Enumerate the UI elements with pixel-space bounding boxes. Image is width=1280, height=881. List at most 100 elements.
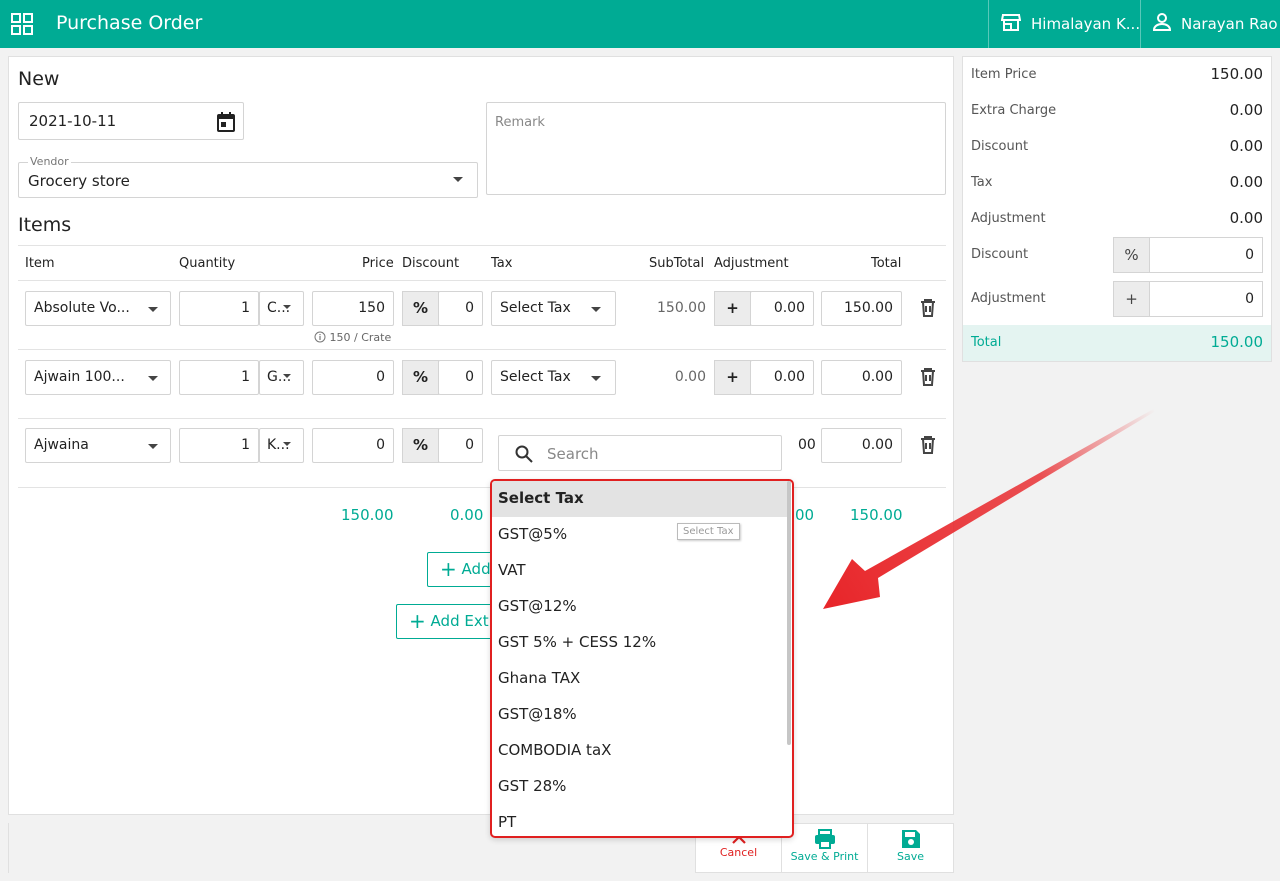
discount-type-toggle[interactable]: % [402,360,439,395]
grand-total: 150.00 [850,506,903,524]
tax-option[interactable]: GST@12% [492,589,790,625]
col-subtotal: SubTotal [649,256,705,271]
item-select[interactable]: Ajwaina [25,428,171,463]
tax-search-input[interactable]: Search [498,435,782,471]
total-discount: 0.00 [450,506,484,524]
tax-option[interactable]: GST@5% [492,517,790,553]
tax-option[interactable]: Ghana TAX [492,661,790,697]
discount-type-toggle[interactable]: % [402,428,439,463]
remark-placeholder: Remark [495,115,545,130]
remark-field[interactable]: Remark [486,102,946,195]
summary-discount-input[interactable]: % 0 [1113,237,1263,273]
row-total: 0.00 [821,360,902,395]
tax-select[interactable]: Select Tax [491,360,616,395]
row-total: 0.00 [821,428,902,463]
user-icon [1152,13,1172,35]
tooltip: Select Tax [677,523,740,540]
chevron-down-icon [283,305,291,309]
summary-total: Total 150.00 [963,325,1271,361]
price-input[interactable]: 150 [312,291,394,326]
order-summary: Item Price 150.00 Extra Charge 0.00 Disc… [962,56,1272,362]
col-discount: Discount [402,256,460,271]
print-icon [814,829,835,849]
page-title: Purchase Order [56,12,203,34]
tax-option[interactable]: COMBODIA taX [492,733,790,769]
store-icon [1000,13,1022,35]
chevron-down-icon [283,374,291,378]
user-menu[interactable]: Narayan Rao [1140,0,1280,48]
quantity-input[interactable]: 1 [179,360,259,395]
col-quantity: Quantity [179,256,236,271]
price-input[interactable]: 0 [312,360,394,395]
table-row: Ajwaina 1 K... 0 % 0 00 0.00 [18,419,946,488]
price-input[interactable]: 0 [312,428,394,463]
summary-adjustment: Adjustment 0.00 [971,209,1263,227]
tax-option[interactable]: VAT [492,553,790,589]
table-row: Absolute Vo... 1 C... 150 150 / Crate % … [18,281,946,350]
search-icon [515,445,533,467]
order-form-panel: New 2021-10-11 Vendor Grocery store Rema… [8,56,954,815]
adjustment-sign-toggle[interactable]: + [714,360,751,395]
calendar-icon[interactable] [217,112,235,136]
chevron-down-icon [591,376,601,381]
adjustment-input[interactable]: 0.00 [750,291,814,326]
summary-item-price: Item Price 150.00 [971,65,1263,83]
col-tax: Tax [491,256,513,271]
col-item: Item [25,256,55,271]
item-select[interactable]: Ajwain 100... [25,360,171,395]
save-button[interactable]: Save [867,823,954,873]
col-total: Total [871,256,902,271]
summary-discount-input-row: Discount % 0 [963,237,1271,273]
delete-icon[interactable] [920,299,936,317]
unit-price-hint: 150 / Crate [314,331,391,344]
adjustment-sign-toggle[interactable]: + [1114,282,1150,316]
unit-select[interactable]: G... [259,360,304,395]
summary-extra-charge: Extra Charge 0.00 [971,101,1263,119]
adjustment-sign-toggle[interactable]: + [714,291,751,326]
item-select[interactable]: Absolute Vo... [25,291,171,326]
dropdown-scrollbar[interactable] [787,481,791,745]
summary-tax: Tax 0.00 [971,173,1263,191]
chevron-down-icon [148,444,158,449]
quantity-input[interactable]: 1 [179,291,259,326]
chevron-down-icon [148,307,158,312]
discount-type-toggle[interactable]: % [402,291,439,326]
items-heading: Items [18,214,72,236]
save-print-button[interactable]: Save & Print [781,823,868,873]
date-field[interactable]: 2021-10-11 [18,102,244,140]
plus-icon: + [440,557,457,581]
row-total: 150.00 [821,291,902,326]
discount-type-toggle[interactable]: % [1114,238,1150,272]
discount-input[interactable]: 0 [438,291,483,326]
user-name: Narayan Rao [1181,15,1278,33]
store-name: Himalayan K... [1031,15,1140,33]
store-selector[interactable]: Himalayan K... [988,0,1140,48]
unit-select[interactable]: C... [259,291,304,326]
tax-option[interactable]: PT [492,805,790,836]
chevron-down-icon [283,442,291,446]
tax-option[interactable]: GST@18% [492,697,790,733]
adjustment-input[interactable]: 0.00 [750,360,814,395]
chevron-down-icon [591,307,601,312]
summary-adjustment-input[interactable]: + 0 [1113,281,1263,317]
vendor-select[interactable]: Vendor Grocery store [18,155,478,198]
tax-select[interactable]: Select Tax [491,291,616,326]
items-table-header: Item Quantity Price Discount Tax SubTota… [18,245,946,281]
quantity-input[interactable]: 1 [179,428,259,463]
date-value: 2021-10-11 [29,112,117,130]
vendor-value: Grocery store [28,172,130,190]
tax-option[interactable]: Select Tax [492,481,790,517]
add-extra-charge-button[interactable]: + Add Ext [396,604,499,639]
total-price: 150.00 [341,506,394,524]
delete-icon[interactable] [920,368,936,386]
discount-input[interactable]: 0 [438,360,483,395]
discount-input[interactable]: 0 [438,428,483,463]
add-item-button[interactable]: + Add [427,552,499,587]
chevron-down-icon [453,177,463,182]
chevron-down-icon [148,376,158,381]
tax-option[interactable]: GST 5% + CESS 12% [492,625,790,661]
apps-grid-icon[interactable] [11,13,33,35]
delete-icon[interactable] [920,436,936,454]
unit-select[interactable]: K... [259,428,304,463]
tax-option[interactable]: GST 28% [492,769,790,805]
